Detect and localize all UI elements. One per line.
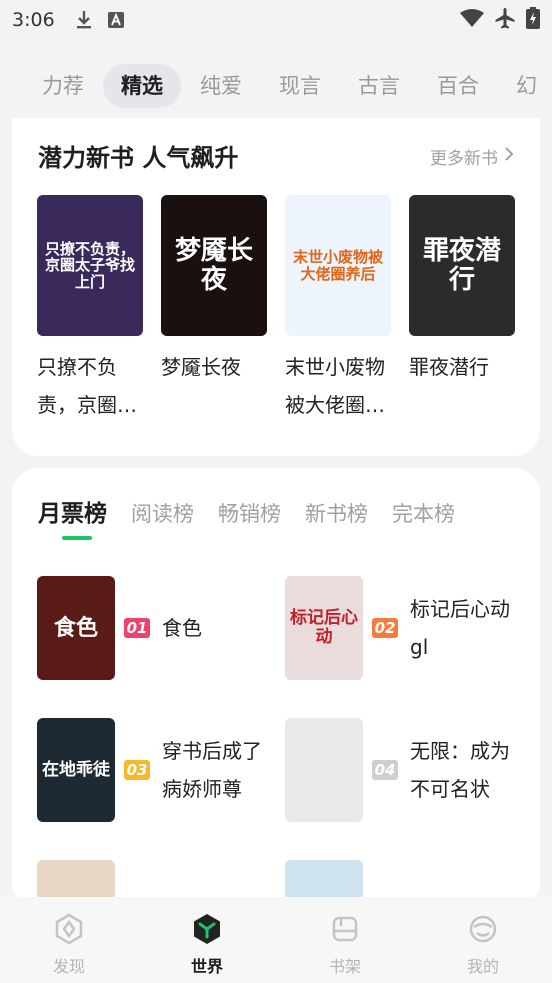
airplane-mode-icon — [494, 7, 516, 34]
tab-category[interactable]: 古言 — [340, 64, 418, 108]
book-item[interactable]: 只撩不负责，京圈太子爷找上门只撩不负责，京圈太子爷找上门 — [37, 195, 143, 424]
rank-badge: 04 — [372, 760, 398, 780]
tab-ranking[interactable]: 完本榜 — [392, 498, 455, 540]
cover-title-text: 食色 — [53, 614, 98, 641]
world-icon — [189, 911, 225, 947]
tab-category[interactable]: 幻 — [498, 64, 552, 108]
book-cover[interactable]: 只撩不负责，京圈太子爷找上门 — [37, 195, 143, 336]
ranking-card: 月票榜 阅读榜 畅销榜 新书榜 完本榜 食色 01 食色 标记后心动 02 标记后心动gl 在地乖徒… — [12, 468, 540, 964]
ranking-item[interactable]: 04 无限：成为不可名状 — [285, 718, 525, 822]
book-title[interactable]: 末世小废物被大佬圈养后 — [285, 348, 391, 424]
book-title[interactable]: 罪夜潜行 — [409, 348, 515, 386]
book-cover[interactable]: 末世小废物被大佬圈养后 — [285, 195, 391, 336]
tab-category[interactable]: 精选 — [103, 64, 181, 108]
tab-category[interactable]: 纯爱 — [182, 64, 260, 108]
ranking-item[interactable]: 食色 01 食色 — [37, 576, 277, 680]
cover-title-text: 梦魇长夜 — [174, 235, 253, 295]
new-books-list: 只撩不负责，京圈太子爷找上门只撩不负责，京圈太子爷找上门梦魇长夜梦魇长夜末世小废… — [37, 195, 515, 424]
book-cover[interactable] — [285, 718, 363, 822]
status-time: 3:06 — [12, 9, 55, 31]
book-cover[interactable]: 标记后心动 — [285, 576, 363, 680]
bottom-navigation: 发现 世界 书架 我的 — [0, 897, 552, 983]
nav-item-profile[interactable]: 我的 — [414, 897, 552, 983]
book-title[interactable]: 标记后心动gl — [410, 590, 514, 666]
cover-title-text: 末世小废物被大佬圈养后 — [292, 248, 383, 283]
book-item[interactable]: 梦魇长夜 梦魇长夜 — [161, 195, 267, 424]
nav-label: 我的 — [466, 957, 499, 976]
more-new-books-link[interactable]: 更多新书 — [430, 144, 514, 169]
ranking-item[interactable]: 标记后心动 02 标记后心动gl — [285, 576, 525, 680]
book-title[interactable]: 食色 — [162, 609, 266, 647]
book-title[interactable]: 梦魇长夜 — [161, 348, 267, 386]
nav-item-bookshelf[interactable]: 书架 — [276, 897, 414, 983]
profile-icon — [465, 911, 501, 947]
nav-item-world[interactable]: 世界 — [138, 897, 276, 983]
tab-ranking[interactable]: 阅读榜 — [131, 498, 194, 540]
new-books-card: 潜力新书 人气飙升 更多新书 只撩不负责，京圈太子爷找上门只撩不负责，京圈太子爷… — [12, 118, 540, 456]
nav-label: 世界 — [190, 957, 223, 976]
cover-title-text: 标记后心动 — [290, 608, 358, 647]
book-item[interactable]: 末世小废物被大佬圈养后末世小废物被大佬圈养后 — [285, 195, 391, 424]
tab-category[interactable]: 现言 — [261, 64, 339, 108]
rank-badge: 01 — [124, 618, 150, 638]
wifi-icon — [460, 8, 484, 32]
book-title[interactable]: 无限：成为不可名状 — [410, 732, 514, 808]
book-cover[interactable]: 在地乖徒 — [37, 718, 115, 822]
tab-ranking[interactable]: 新书榜 — [305, 498, 368, 540]
section-title: 潜力新书 人气飙升 — [38, 144, 239, 172]
book-title[interactable]: 只撩不负责，京圈太子爷找上门 — [37, 348, 143, 424]
battery-charging-icon — [526, 6, 540, 34]
nav-item-discover[interactable]: 发现 — [0, 897, 138, 983]
book-item[interactable]: 罪夜潜行 罪夜潜行 — [409, 195, 515, 424]
book-title[interactable]: 穿书后成了病娇师尊 — [162, 732, 266, 808]
nav-label: 书架 — [328, 957, 361, 976]
download-icon — [73, 9, 95, 31]
ranking-item[interactable]: 在地乖徒 03 穿书后成了病娇师尊 — [37, 718, 277, 822]
ranking-tabs: 月票榜 阅读榜 畅销榜 新书榜 完本榜 — [38, 494, 455, 540]
chevron-right-icon — [504, 146, 514, 167]
bookshelf-icon — [327, 911, 363, 947]
more-link-label: 更多新书 — [430, 149, 498, 169]
cover-title-text: 在地乖徒 — [42, 759, 110, 780]
tab-ranking[interactable]: 畅销榜 — [218, 498, 281, 540]
category-tabs: 力荐 精选 纯爱 现言 古言 百合幻 — [0, 62, 552, 110]
rank-badge: 02 — [372, 618, 398, 638]
rank-badge: 03 — [124, 760, 150, 780]
book-cover[interactable]: 罪夜潜行 — [409, 195, 515, 336]
book-cover[interactable]: 梦魇长夜 — [161, 195, 267, 336]
discover-icon — [51, 911, 87, 947]
cover-title-text: 罪夜潜行 — [422, 235, 501, 295]
tab-category[interactable]: 百合 — [419, 64, 497, 108]
nav-label: 发现 — [52, 957, 85, 976]
tab-category[interactable]: 力荐 — [24, 64, 102, 108]
status-bar: 3:06 — [0, 0, 552, 40]
tab-ranking[interactable]: 月票榜 — [38, 494, 107, 540]
font-a-icon — [105, 9, 127, 31]
book-cover[interactable]: 食色 — [37, 576, 115, 680]
cover-title-text: 只撩不负责，京圈太子爷找上门 — [44, 239, 135, 291]
